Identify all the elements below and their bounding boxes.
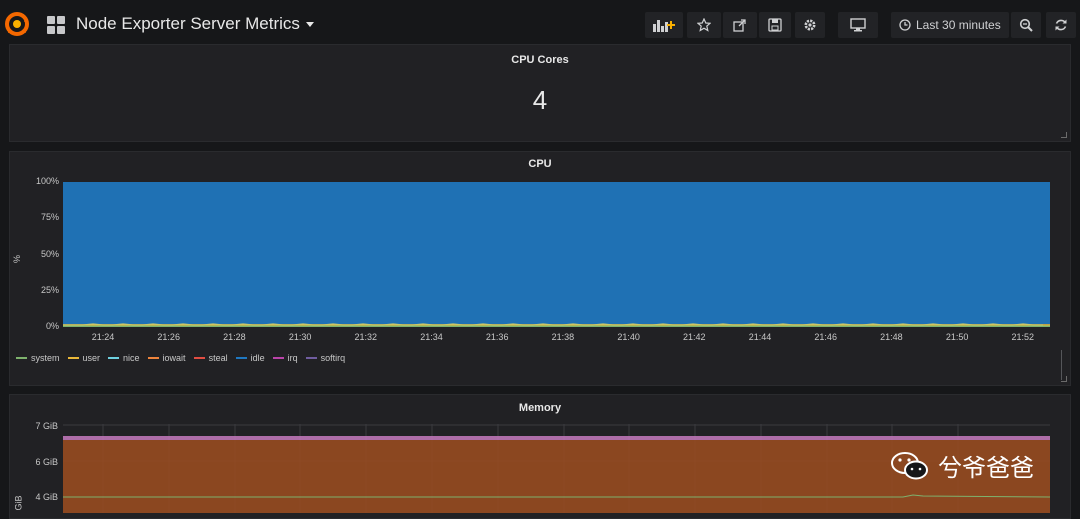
x-tick-label: 21:30 xyxy=(288,332,312,342)
cpu-chart[interactable] xyxy=(63,182,1050,327)
wechat-icon xyxy=(891,451,928,479)
legend-item-user[interactable]: user xyxy=(67,353,101,363)
y-axis-unit: % xyxy=(12,254,23,264)
legend-swatch xyxy=(108,357,120,359)
tv-mode-button[interactable] xyxy=(838,12,878,38)
settings-button[interactable] xyxy=(795,12,825,38)
legend-swatch xyxy=(147,357,159,359)
legend-label: system xyxy=(31,353,60,363)
legend-item-softirq[interactable]: softirq xyxy=(305,353,346,363)
legend-swatch xyxy=(235,357,247,359)
legend-label: iowait xyxy=(162,353,186,363)
y-tick-label: 6 GiB xyxy=(35,457,58,467)
x-tick-label: 21:50 xyxy=(945,332,969,342)
clock-icon xyxy=(899,19,911,31)
y-axis-unit: GiB xyxy=(13,495,24,511)
y-tick-label: 0% xyxy=(45,321,59,331)
x-tick-label: 21:42 xyxy=(683,332,706,342)
x-tick-label: 21:40 xyxy=(617,332,640,342)
resize-handle[interactable] xyxy=(1061,132,1067,138)
share-icon xyxy=(733,19,746,32)
y-tick-label: 7 GiB xyxy=(35,421,58,431)
x-tick-label: 21:36 xyxy=(485,332,509,342)
series-area-system xyxy=(63,325,1050,327)
x-tick-label: 21:26 xyxy=(157,332,180,342)
series-area-idle xyxy=(63,182,1050,325)
legend-item-steal[interactable]: steal xyxy=(193,353,228,363)
monitor-icon xyxy=(850,18,866,32)
x-tick-label: 21:24 xyxy=(91,332,115,342)
legend-swatch xyxy=(16,357,27,359)
time-range-label: Last 30 minutes xyxy=(916,18,1001,32)
panel-scrollbar xyxy=(1061,350,1062,380)
panel-title[interactable]: CPU xyxy=(10,158,1070,170)
legend-item-irq[interactable]: irq xyxy=(272,353,298,363)
zoom-out-button[interactable] xyxy=(1011,12,1041,38)
x-tick-label: 21:38 xyxy=(551,332,575,342)
time-range-picker[interactable]: Last 30 minutes xyxy=(891,12,1009,38)
legend-label: steal xyxy=(208,353,228,363)
x-tick-label: 21:52 xyxy=(1011,332,1035,342)
legend-swatch xyxy=(193,357,205,359)
gear-icon xyxy=(804,19,816,31)
dashboard-title: Node Exporter Server Metrics xyxy=(76,14,300,33)
search-minus-icon xyxy=(1019,18,1033,32)
dashboard-grid-icon[interactable] xyxy=(46,15,66,35)
legend-label: softirq xyxy=(320,353,346,363)
caret-down-icon xyxy=(305,22,314,28)
legend-swatch xyxy=(305,357,317,359)
save-icon xyxy=(768,18,782,32)
x-tick-label: 21:46 xyxy=(814,332,837,342)
watermark-text: 兮爷爸爸 xyxy=(938,455,1034,482)
legend-item-iowait[interactable]: iowait xyxy=(147,353,186,363)
legend-item-idle[interactable]: idle xyxy=(235,353,265,363)
legend-item-system[interactable]: system xyxy=(16,353,60,363)
y-tick-label: 4 GiB xyxy=(35,492,58,502)
memory-band-top xyxy=(63,436,1050,440)
panel-title[interactable]: CPU Cores xyxy=(10,54,1070,66)
legend-swatch xyxy=(272,357,284,359)
grafana-logo-icon[interactable] xyxy=(4,11,30,37)
x-tick-label: 21:28 xyxy=(223,332,246,342)
x-tick-label: 21:34 xyxy=(420,332,443,342)
add-panel-icon xyxy=(653,20,675,32)
star-button[interactable] xyxy=(687,12,721,38)
stat-value: 4 xyxy=(532,85,548,115)
cpu-legend: system user nice iowait steal idle irq softirq xyxy=(16,353,345,363)
save-button[interactable] xyxy=(759,12,791,38)
legend-label: irq xyxy=(287,353,298,363)
legend-swatch xyxy=(67,357,79,359)
x-tick-label: 21:48 xyxy=(880,332,903,342)
panel-title[interactable]: Memory xyxy=(10,402,1070,414)
share-button[interactable] xyxy=(723,12,757,38)
x-tick-label: 21:32 xyxy=(354,332,378,342)
watermark: 兮爷爸爸 xyxy=(890,448,1034,483)
add-panel-button[interactable] xyxy=(645,12,683,38)
y-tick-label: 50% xyxy=(40,248,59,259)
y-tick-label: 25% xyxy=(40,284,59,295)
cpu-cores-panel: CPU Cores 4 xyxy=(9,44,1071,142)
legend-label: user xyxy=(82,353,101,363)
x-tick-label: 21:44 xyxy=(748,332,772,342)
legend-item-nice[interactable]: nice xyxy=(108,353,140,363)
dashboard-title-dropdown[interactable]: Node Exporter Server Metrics xyxy=(76,14,314,34)
legend-label: nice xyxy=(123,353,140,363)
y-tick-label: 100% xyxy=(35,176,59,186)
refresh-icon xyxy=(1055,19,1067,31)
top-navbar: Node Exporter Server Metrics Last 30 min… xyxy=(0,0,1080,50)
refresh-button[interactable] xyxy=(1046,12,1076,38)
star-icon xyxy=(697,18,711,32)
legend-label: idle xyxy=(250,353,265,363)
y-tick-label: 75% xyxy=(40,212,59,223)
